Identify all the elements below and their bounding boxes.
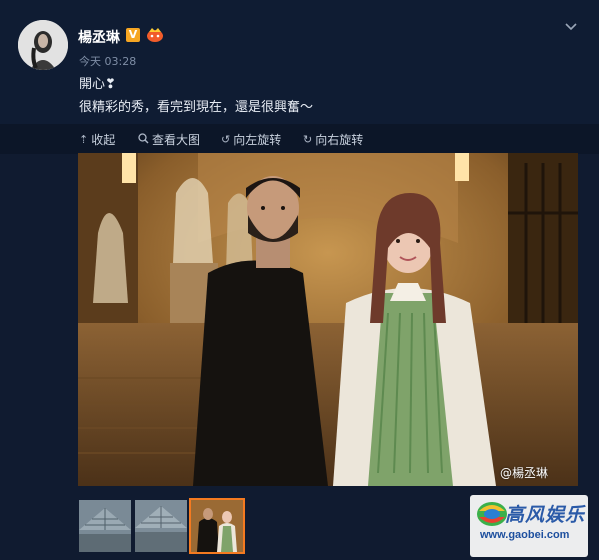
post-text-line-2: 很精彩的秀，看完到現在，還是很興奮～ [79,100,314,115]
view-large-label: 查看大图 [152,133,201,147]
rotate-left-button[interactable]: ↺ 向左旋转 [221,131,281,148]
avatar[interactable] [18,20,68,70]
collapse-label: 收起 [91,133,116,147]
username[interactable]: 楊丞琳 [78,27,120,47]
rotate-right-icon: ↻ [303,133,313,146]
collapse-icon: ⇡ [79,133,89,146]
post-photo[interactable] [78,153,578,486]
thumbnail-3[interactable] [189,498,245,554]
thumbnail-1[interactable] [79,500,131,552]
magnifier-icon [138,132,149,147]
photo-watermark: @楊丞琳 [500,466,549,480]
chevron-down-icon[interactable] [564,19,578,33]
view-large-button[interactable]: 查看大图 [138,131,200,148]
post-text-line-1: 開心❣ [79,77,116,92]
rotate-left-label: 向左旋转 [233,133,282,147]
verified-badge-icon: V [126,28,140,42]
logo-text: 高风娱乐 [505,504,586,526]
rotate-right-label: 向右旋转 [315,133,364,147]
rotate-right-button[interactable]: ↻ 向右旋转 [303,131,363,148]
collapse-button[interactable]: ⇡ 收起 [79,131,115,148]
post-timestamp[interactable]: 今天 03:28 [79,53,136,69]
vip-crown-icon [146,27,164,42]
logo-emblem-icon [477,502,507,526]
rotate-left-icon: ↺ [221,133,231,146]
logo-url: www.gaobei.com [480,529,570,541]
thumbnail-2[interactable] [135,500,187,552]
